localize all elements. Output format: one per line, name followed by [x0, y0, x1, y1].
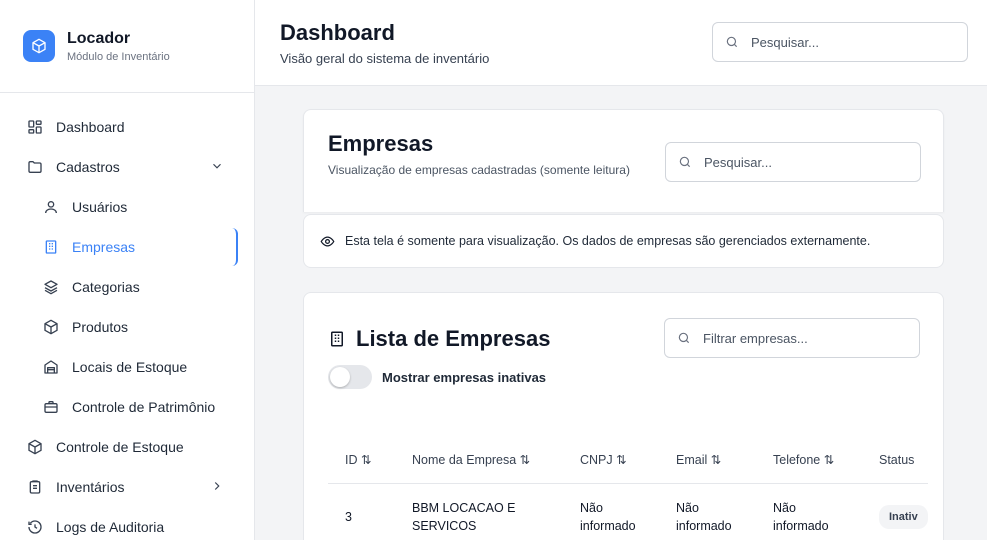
sidebar-item-inventarios[interactable]: Inventários — [0, 467, 254, 507]
search-icon — [677, 331, 691, 345]
table-row[interactable]: 3 BBM LOCACAO E SERVICOS Não informado N… — [328, 483, 928, 540]
filter-empresas-input[interactable]: Filtrar empresas... — [664, 318, 920, 358]
layers-icon — [42, 278, 60, 296]
eye-icon — [320, 234, 335, 249]
building-icon — [328, 330, 346, 348]
building-icon — [42, 238, 60, 256]
folder-icon — [26, 158, 44, 176]
status-badge: Inativ — [879, 505, 928, 530]
package-icon — [26, 438, 44, 456]
column-header-cnpj[interactable]: CNPJ ⇅ — [563, 437, 659, 484]
empresas-list-card: Lista de Empresas Filtrar empresas... Mo… — [303, 292, 944, 540]
column-header-status: Status — [862, 437, 928, 484]
column-header-email[interactable]: Email ⇅ — [659, 437, 756, 484]
box-logo-icon — [23, 30, 55, 62]
cell-telefone: Não informado — [773, 501, 829, 534]
user-icon — [42, 198, 60, 216]
sidebar-item-usuarios[interactable]: Usuários — [0, 187, 254, 227]
sidebar-item-dashboard[interactable]: Dashboard — [0, 107, 254, 147]
page-subtitle: Visão geral do sistema de inventário — [280, 51, 490, 66]
top-header: Dashboard Visão geral do sistema de inve… — [255, 0, 987, 86]
sidebar-item-label: Inventários — [56, 479, 125, 495]
sidebar-item-label: Produtos — [72, 319, 129, 335]
show-inactive-toggle[interactable] — [328, 365, 372, 389]
sidebar-item-patrimonio[interactable]: Controle de Patrimônio — [0, 387, 254, 427]
sidebar-item-label: Empresas — [72, 239, 136, 255]
section-title: Empresas — [328, 131, 434, 156]
info-text: Esta tela é somente para visualização. O… — [345, 234, 871, 248]
sidebar-item-controle-estoque[interactable]: Controle de Estoque — [0, 427, 254, 467]
sidebar-item-label: Dashboard — [56, 119, 125, 135]
sidebar-item-label: Logs de Auditoria — [56, 519, 165, 535]
section-description: Visualização de empresas cadastradas (so… — [328, 163, 630, 177]
sidebar-item-categorias[interactable]: Categorias — [0, 267, 254, 307]
info-banner: Esta tela é somente para visualização. O… — [303, 214, 944, 268]
active-indicator — [232, 228, 238, 266]
toggle-label: Mostrar empresas inativas — [382, 369, 547, 385]
chevron-right-icon — [210, 479, 224, 496]
briefcase-icon — [42, 398, 60, 416]
cell-cnpj: Não informado — [580, 501, 636, 534]
sidebar-item-label: Locais de Estoque — [72, 359, 188, 375]
list-title-text: Lista de Empresas — [356, 326, 551, 351]
cell-nome: BBM LOCACAO E SERVICOS — [412, 501, 516, 534]
column-header-telefone[interactable]: Telefone ⇅ — [756, 437, 862, 484]
sidebar-item-label: Controle de Estoque — [56, 439, 184, 455]
sidebar-item-label: Usuários — [72, 199, 128, 215]
search-icon — [678, 155, 692, 169]
header-search-input[interactable]: Pesquisar... — [712, 22, 968, 62]
toggle-knob — [330, 367, 350, 387]
list-title: Lista de Empresas — [328, 326, 550, 352]
empresas-search-input[interactable]: Pesquisar... — [665, 142, 921, 182]
cell-id: 3 — [345, 510, 352, 525]
filter-placeholder: Filtrar empresas... — [703, 330, 808, 346]
sidebar: Locador Módulo de Inventário Dashboard C… — [0, 0, 255, 540]
sidebar-item-label: Categorias — [72, 279, 140, 295]
search-placeholder: Pesquisar... — [751, 34, 819, 50]
warehouse-icon — [42, 358, 60, 376]
box-icon — [42, 318, 60, 336]
sidebar-item-logs[interactable]: Logs de Auditoria — [0, 507, 254, 540]
empresas-card: Empresas Visualização de empresas cadast… — [303, 109, 944, 212]
search-placeholder: Pesquisar... — [704, 154, 772, 170]
sidebar-item-empresas[interactable]: Empresas — [0, 227, 254, 267]
brand[interactable]: Locador Módulo de Inventário — [0, 0, 254, 93]
column-header-nome[interactable]: Nome da Empresa ⇅ — [395, 437, 563, 484]
grid-icon — [26, 118, 44, 136]
chevron-down-icon — [210, 159, 224, 176]
table-header-row: ID ⇅ Nome da Empresa ⇅ CNPJ ⇅ Email ⇅ Te… — [328, 437, 928, 484]
page-title: Dashboard — [280, 20, 395, 45]
sidebar-item-locais-estoque[interactable]: Locais de Estoque — [0, 347, 254, 387]
cell-email: Não informado — [676, 501, 732, 534]
app-module: Módulo de Inventário — [67, 50, 170, 63]
app-name: Locador — [67, 29, 131, 47]
sidebar-item-produtos[interactable]: Produtos — [0, 307, 254, 347]
clipboard-icon — [26, 478, 44, 496]
sidebar-item-label: Controle de Patrimônio — [72, 399, 216, 415]
sidebar-item-cadastros[interactable]: Cadastros — [0, 147, 254, 187]
history-icon — [26, 518, 44, 536]
cell-status: Inativ — [862, 483, 928, 540]
column-header-id[interactable]: ID ⇅ — [328, 437, 395, 484]
sidebar-item-label: Cadastros — [56, 159, 120, 175]
empresas-table: ID ⇅ Nome da Empresa ⇅ CNPJ ⇅ Email ⇅ Te… — [328, 437, 928, 540]
show-inactive-toggle-row: Mostrar empresas inativas — [328, 365, 546, 389]
search-icon — [725, 35, 739, 49]
